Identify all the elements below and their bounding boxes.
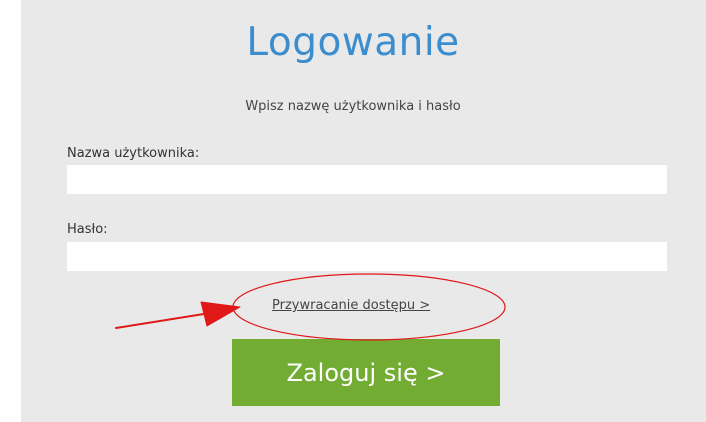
page-title: Logowanie bbox=[246, 20, 460, 65]
username-label: Nazwa użytkownika: bbox=[67, 146, 200, 161]
password-label: Hasło: bbox=[67, 222, 108, 237]
login-instructions: Wpisz nazwę użytkownika i hasło bbox=[245, 99, 461, 114]
login-button[interactable]: Zaloguj się > bbox=[232, 339, 500, 406]
password-input[interactable] bbox=[67, 242, 667, 271]
recover-access-link[interactable]: Przywracanie dostępu > bbox=[272, 297, 430, 315]
username-input[interactable] bbox=[67, 165, 667, 194]
